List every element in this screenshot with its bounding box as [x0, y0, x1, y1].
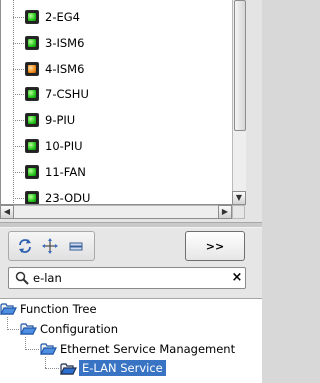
device-tree-panel: 2-EG4 3-ISM6 4-ISM6 7-CSHU 9-PIU 10-PIU	[0, 0, 262, 222]
e-lan-service-label: E-LAN Service	[79, 360, 166, 376]
device-item-9-piu[interactable]: 9-PIU	[1, 108, 244, 132]
device-label: 3-ISM6	[45, 36, 85, 50]
tree-connector	[13, 120, 24, 121]
scrollbar-corner	[232, 205, 245, 219]
device-item-3-ism6[interactable]: 3-ISM6	[1, 31, 244, 55]
open-folder-icon	[60, 363, 77, 375]
green-status-icon	[25, 139, 39, 153]
toolbar-icon-group	[8, 231, 95, 261]
device-item-7-cshu[interactable]: 7-CSHU	[1, 82, 244, 106]
device-label: 4-ISM6	[45, 62, 85, 76]
device-label: 11-FAN	[45, 165, 86, 179]
scroll-left-arrow-icon[interactable]: ◀	[0, 205, 14, 219]
vertical-scrollbar[interactable]	[232, 0, 246, 205]
device-item-23-odu[interactable]: 23-ODU	[1, 186, 244, 205]
tree-connector	[25, 337, 26, 348]
tree-connector	[13, 198, 24, 199]
device-tree: 2-EG4 3-ISM6 4-ISM6 7-CSHU 9-PIU 10-PIU	[0, 0, 245, 205]
tree-connector	[45, 368, 59, 369]
device-label: 10-PIU	[45, 139, 83, 153]
tree-connector	[13, 69, 24, 70]
device-label: 2-EG4	[45, 10, 80, 24]
green-status-icon	[25, 36, 39, 50]
tree-connector	[25, 349, 39, 350]
ethernet-service-management-label: Ethernet Service Management	[60, 342, 236, 356]
tree-connector	[13, 43, 24, 44]
tree-connector	[13, 17, 24, 18]
collapse-icon[interactable]	[67, 237, 85, 255]
device-item-11-fan[interactable]: 11-FAN	[1, 160, 244, 184]
open-folder-icon	[0, 303, 17, 315]
function-tree: Function Tree Configuration Ethernet Ser…	[0, 298, 262, 383]
open-folder-icon	[20, 323, 37, 335]
search-field[interactable]: ×	[8, 267, 246, 289]
green-status-icon	[25, 10, 39, 24]
configuration-label: Configuration	[40, 322, 118, 336]
device-item-2-eg4[interactable]: 2-EG4	[1, 5, 244, 29]
horizontal-scrollbar[interactable]	[0, 205, 245, 219]
green-status-icon	[25, 191, 39, 204]
scroll-down-arrow-icon[interactable]: ▼	[232, 191, 246, 205]
scroll-right-arrow-icon[interactable]: ▶	[218, 205, 232, 219]
function-tree-label: Function Tree	[20, 302, 97, 316]
vertical-scroll-thumb[interactable]	[234, 0, 246, 131]
tree-connector	[7, 329, 19, 330]
green-status-icon	[25, 165, 39, 179]
device-item-10-piu[interactable]: 10-PIU	[1, 134, 244, 158]
tree-connector	[13, 94, 24, 95]
device-item-4-ism6[interactable]: 4-ISM6	[1, 57, 244, 81]
search-input[interactable]	[33, 270, 223, 286]
open-folder-icon	[40, 343, 57, 355]
tree-connector	[7, 317, 8, 328]
tree-toolbar: >> ×	[0, 228, 262, 298]
clear-search-icon[interactable]: ×	[231, 270, 243, 286]
expand-panel-button[interactable]: >>	[185, 231, 245, 261]
sync-icon[interactable]	[16, 237, 34, 255]
tree-connector	[45, 357, 46, 368]
device-label: 7-CSHU	[45, 87, 89, 101]
orange-status-icon	[25, 62, 39, 76]
green-status-icon	[25, 87, 39, 101]
device-label: 9-PIU	[45, 113, 76, 127]
search-icon	[15, 271, 29, 285]
device-label: 23-ODU	[45, 191, 91, 205]
tree-connector	[13, 172, 24, 173]
green-status-icon	[25, 113, 39, 127]
tree-connector	[13, 146, 24, 147]
move-icon[interactable]	[41, 237, 59, 255]
